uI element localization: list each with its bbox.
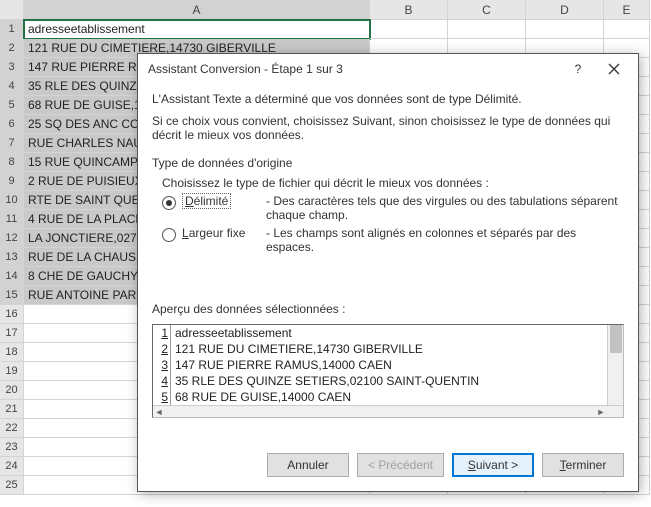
row-header[interactable]: 2 [0, 39, 24, 58]
cell[interactable] [448, 20, 526, 39]
row-header[interactable]: 12 [0, 229, 24, 248]
col-header-d[interactable]: D [526, 0, 604, 19]
row-header[interactable]: 14 [0, 267, 24, 286]
row-header[interactable]: 5 [0, 96, 24, 115]
preview-line-text: 147 RUE PIERRE RAMUS,14000 CAEN [171, 357, 392, 373]
preview-hscrollbar[interactable]: ◄ ► [153, 405, 623, 417]
cancel-button[interactable]: Annuler [267, 453, 349, 477]
row-header[interactable]: 17 [0, 324, 24, 343]
close-icon [608, 63, 620, 75]
row-header[interactable]: 11 [0, 210, 24, 229]
preview-line-num: 4 [153, 373, 171, 389]
close-button[interactable] [596, 56, 632, 82]
radio-fixed-desc: - Les champs sont alignés en colonnes et… [266, 226, 624, 254]
row-header[interactable]: 23 [0, 438, 24, 457]
cell[interactable]: adresseetablissement [24, 20, 370, 39]
hscroll-right-icon[interactable]: ► [595, 406, 607, 418]
cell[interactable] [604, 20, 650, 39]
wizard-intro-line1: L'Assistant Texte a déterminé que vos do… [152, 92, 624, 106]
row: 1adresseetablissement [0, 20, 651, 39]
radio-fixed-label: Largeur fixe [182, 226, 266, 240]
row-header[interactable]: 7 [0, 134, 24, 153]
preview-line: 568 RUE DE GUISE,14000 CAEN [153, 389, 623, 405]
data-preview[interactable]: 1adresseetablissement2121 RUE DU CIMETIE… [152, 324, 624, 418]
row-header[interactable]: 25 [0, 476, 24, 495]
column-headers: A B C D E [0, 0, 651, 20]
preview-line: 1adresseetablissement [153, 325, 623, 341]
preview-line-num: 1 [153, 325, 171, 341]
hscroll-left-icon[interactable]: ◄ [153, 406, 165, 418]
preview-line-num: 3 [153, 357, 171, 373]
row-header[interactable]: 16 [0, 305, 24, 324]
group-legend: Type de données d'origine [152, 156, 624, 170]
previous-button: < Précédent [357, 453, 444, 477]
radio-delimited[interactable] [162, 196, 176, 210]
row-header[interactable]: 24 [0, 457, 24, 476]
preview-line-text: 35 RLE DES QUINZE SETIERS,02100 SAINT-QU… [171, 373, 479, 389]
row-header[interactable]: 1 [0, 20, 24, 39]
dialog-title: Assistant Conversion - Étape 1 sur 3 [148, 62, 560, 76]
col-header-c[interactable]: C [448, 0, 526, 19]
select-all-corner[interactable] [0, 0, 24, 19]
row-header[interactable]: 22 [0, 419, 24, 438]
preview-line-text: 68 RUE DE GUISE,14000 CAEN [171, 389, 351, 405]
row-header[interactable]: 19 [0, 362, 24, 381]
radio-fixed-width[interactable] [162, 228, 176, 242]
preview-vscroll-thumb[interactable] [610, 325, 622, 353]
next-button[interactable]: Suivant > [452, 453, 534, 477]
preview-vscrollbar[interactable] [607, 325, 623, 405]
row-header[interactable]: 13 [0, 248, 24, 267]
col-header-b[interactable]: B [370, 0, 448, 19]
row-header[interactable]: 4 [0, 77, 24, 96]
row-header[interactable]: 10 [0, 191, 24, 210]
row-header[interactable]: 8 [0, 153, 24, 172]
preview-line: 3147 RUE PIERRE RAMUS,14000 CAEN [153, 357, 623, 373]
wizard-intro-line2: Si ce choix vous convient, choisissez Su… [152, 114, 624, 142]
radio-delimited-desc: - Des caractères tels que des virgules o… [266, 194, 624, 222]
preview-line-num: 2 [153, 341, 171, 357]
col-header-e[interactable]: E [604, 0, 650, 19]
row-header[interactable]: 21 [0, 400, 24, 419]
finish-button[interactable]: Terminer [542, 453, 624, 477]
row-header[interactable]: 9 [0, 172, 24, 191]
preview-line: 2121 RUE DU CIMETIERE,14730 GIBERVILLE [153, 341, 623, 357]
choose-type-prompt: Choisissez le type de fichier qui décrit… [162, 176, 624, 190]
row-header[interactable]: 20 [0, 381, 24, 400]
col-header-a[interactable]: A [24, 0, 370, 19]
dialog-titlebar[interactable]: Assistant Conversion - Étape 1 sur 3 ? [138, 54, 638, 84]
preview-line-num: 5 [153, 389, 171, 405]
row-header[interactable]: 6 [0, 115, 24, 134]
preview-line: 435 RLE DES QUINZE SETIERS,02100 SAINT-Q… [153, 373, 623, 389]
radio-delimited-label: Délimité [182, 194, 266, 208]
text-wizard-dialog: Assistant Conversion - Étape 1 sur 3 ? L… [137, 53, 639, 492]
cell[interactable] [526, 20, 604, 39]
option-fixed-width[interactable]: Largeur fixe - Les champs sont alignés e… [162, 226, 624, 254]
cell[interactable] [370, 20, 448, 39]
row-header[interactable]: 3 [0, 58, 24, 77]
preview-line-text: 121 RUE DU CIMETIERE,14730 GIBERVILLE [171, 341, 423, 357]
option-delimited[interactable]: Délimité - Des caractères tels que des v… [162, 194, 624, 222]
preview-line-text: adresseetablissement [171, 325, 292, 341]
row-header[interactable]: 18 [0, 343, 24, 362]
preview-label: Aperçu des données sélectionnées : [152, 302, 624, 316]
help-button[interactable]: ? [560, 56, 596, 82]
dialog-footer: Annuler < Précédent Suivant > Terminer [138, 443, 638, 491]
row-header[interactable]: 15 [0, 286, 24, 305]
